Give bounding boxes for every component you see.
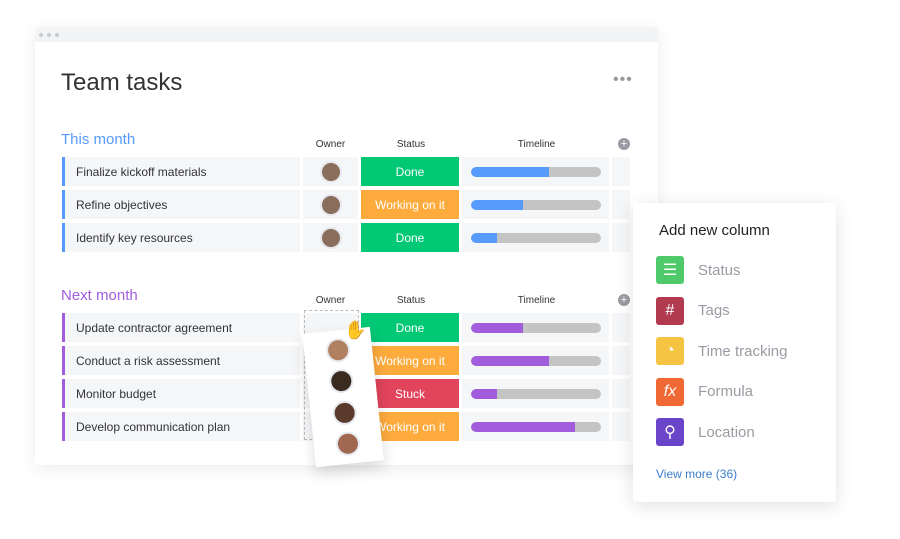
timeline-bar bbox=[470, 166, 601, 177]
task-name[interactable]: Identify key resources bbox=[62, 223, 300, 252]
column-option[interactable]: # Tags bbox=[656, 296, 730, 325]
avatar[interactable] bbox=[334, 430, 362, 458]
pin-icon: ⚲ bbox=[656, 418, 684, 446]
extra-cell bbox=[612, 346, 630, 375]
owner-cell[interactable] bbox=[303, 157, 358, 186]
task-name[interactable]: Refine objectives bbox=[62, 190, 300, 219]
timeline-cell[interactable] bbox=[462, 346, 609, 375]
extra-cell bbox=[612, 313, 630, 342]
task-name[interactable]: Monitor budget bbox=[62, 379, 300, 408]
timeline-bar bbox=[470, 322, 601, 333]
task-name[interactable]: Develop communication plan bbox=[62, 412, 300, 441]
column-header-owner[interactable]: Owner bbox=[303, 139, 358, 150]
option-label: Tags bbox=[698, 302, 730, 319]
avatar[interactable] bbox=[328, 368, 355, 395]
timeline-cell[interactable] bbox=[462, 157, 609, 186]
extra-cell bbox=[612, 190, 630, 219]
column-header-status[interactable]: Status bbox=[362, 295, 460, 306]
table-row[interactable]: Identify key resources Done bbox=[62, 223, 630, 252]
extra-cell bbox=[612, 379, 630, 408]
timeline-bar bbox=[470, 421, 601, 432]
avatar bbox=[319, 193, 342, 216]
status-badge[interactable]: Working on it bbox=[361, 346, 459, 375]
status-icon: ☰ bbox=[656, 256, 684, 284]
column-option[interactable]: fx Formula bbox=[656, 377, 754, 406]
grab-cursor-icon: ✋ bbox=[344, 320, 367, 340]
more-options-button[interactable]: ••• bbox=[613, 71, 633, 89]
timeline-cell[interactable] bbox=[462, 412, 609, 441]
option-label: Status bbox=[698, 261, 741, 279]
add-column-icon[interactable]: + bbox=[618, 138, 630, 150]
column-header-status[interactable]: Status bbox=[362, 139, 460, 150]
table-row[interactable]: Finalize kickoff materials Done bbox=[62, 157, 630, 186]
timeline-cell[interactable] bbox=[462, 223, 609, 252]
task-name[interactable]: Update contractor agreement bbox=[62, 313, 300, 342]
add-column-popup: Add new column ☰ Status # Tags ◔ Time trackin… bbox=[633, 203, 836, 502]
timeline-bar bbox=[470, 355, 601, 366]
group-title[interactable]: This month bbox=[61, 131, 135, 148]
task-name[interactable]: Conduct a risk assessment bbox=[62, 346, 300, 375]
popup-title: Add new column bbox=[659, 222, 770, 239]
extra-cell bbox=[612, 157, 630, 186]
page-title: Team tasks bbox=[61, 69, 183, 96]
group-title[interactable]: Next month bbox=[61, 287, 138, 304]
owner-cell[interactable] bbox=[303, 190, 358, 219]
owner-cell[interactable] bbox=[303, 223, 358, 252]
column-option[interactable]: ☰ Status bbox=[656, 256, 741, 284]
extra-cell bbox=[612, 412, 630, 441]
task-name[interactable]: Finalize kickoff materials bbox=[62, 157, 300, 186]
add-column-icon[interactable]: + bbox=[618, 294, 630, 306]
fx-icon: fx bbox=[656, 377, 684, 406]
clock-icon: ◔ bbox=[656, 337, 684, 365]
timeline-bar bbox=[470, 232, 601, 243]
avatar bbox=[319, 226, 342, 249]
timeline-bar bbox=[470, 199, 601, 210]
window-titlebar bbox=[35, 27, 658, 42]
avatar[interactable] bbox=[331, 399, 358, 426]
column-option[interactable]: ◔ Time tracking bbox=[656, 337, 787, 365]
timeline-cell[interactable] bbox=[462, 379, 609, 408]
timeline-cell[interactable] bbox=[462, 190, 609, 219]
status-badge[interactable]: Done bbox=[361, 223, 459, 252]
option-label: Time tracking bbox=[698, 342, 788, 360]
view-more-link[interactable]: View more (36) bbox=[656, 467, 737, 481]
column-header-owner[interactable]: Owner bbox=[303, 295, 358, 306]
status-badge[interactable]: Done bbox=[361, 157, 459, 186]
table-row[interactable]: Refine objectives Working on it bbox=[62, 190, 630, 219]
option-label: Location bbox=[698, 423, 755, 441]
column-option[interactable]: ⚲ Location bbox=[656, 418, 755, 446]
hash-icon: # bbox=[656, 296, 684, 325]
column-header-timeline[interactable]: Timeline bbox=[463, 295, 610, 306]
extra-cell bbox=[612, 223, 630, 252]
status-badge[interactable]: Working on it bbox=[361, 190, 459, 219]
option-label: Formula bbox=[698, 383, 754, 400]
column-header-timeline[interactable]: Timeline bbox=[463, 139, 610, 150]
avatar bbox=[319, 160, 342, 183]
dragged-owner-picker[interactable] bbox=[302, 326, 384, 468]
timeline-cell[interactable] bbox=[462, 313, 609, 342]
status-badge[interactable]: Done bbox=[361, 313, 459, 342]
timeline-bar bbox=[470, 388, 601, 399]
